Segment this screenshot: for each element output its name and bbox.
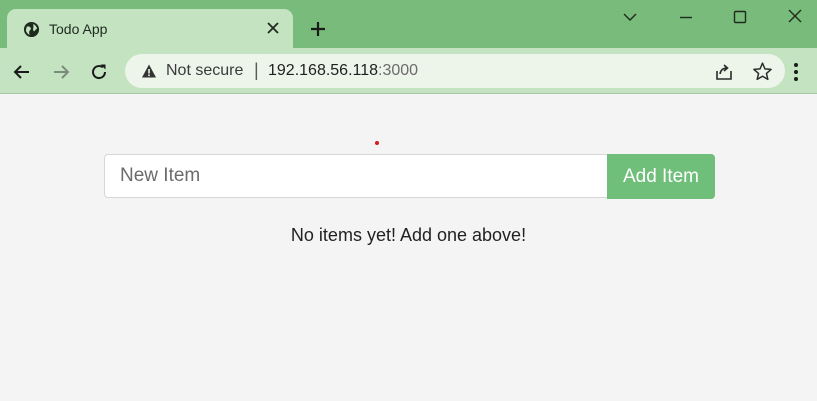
close-tab-icon[interactable] (265, 20, 281, 36)
cursor-dot (375, 141, 379, 145)
kebab-menu-icon[interactable] (790, 61, 802, 83)
new-tab-icon[interactable] (309, 20, 327, 38)
back-icon[interactable] (12, 62, 32, 82)
warning-icon[interactable] (141, 63, 157, 79)
browser-tab[interactable]: Todo App (7, 9, 293, 48)
add-item-button[interactable]: Add Item (607, 154, 715, 199)
chevron-down-icon[interactable] (620, 8, 640, 26)
reload-icon[interactable] (89, 62, 109, 82)
tab-title: Todo App (49, 21, 108, 37)
url-separator: | (254, 60, 259, 80)
empty-state-message: No items yet! Add one above! (290, 225, 527, 245)
maximize-icon[interactable] (730, 8, 750, 26)
security-label[interactable]: Not secure (166, 62, 243, 80)
globe-icon (23, 21, 40, 38)
url-port: :3000 (378, 62, 419, 79)
forward-icon[interactable] (51, 62, 71, 82)
tab-strip: Todo App (0, 0, 817, 48)
share-icon[interactable] (714, 62, 734, 82)
bookmark-star-icon[interactable] (752, 61, 773, 82)
new-item-input[interactable] (104, 154, 607, 198)
url-host: 192.168.56.118 (268, 62, 379, 79)
minimize-icon[interactable] (676, 8, 696, 26)
url-text[interactable]: 192.168.56.118:3000 (268, 62, 418, 80)
close-icon[interactable] (785, 8, 805, 26)
